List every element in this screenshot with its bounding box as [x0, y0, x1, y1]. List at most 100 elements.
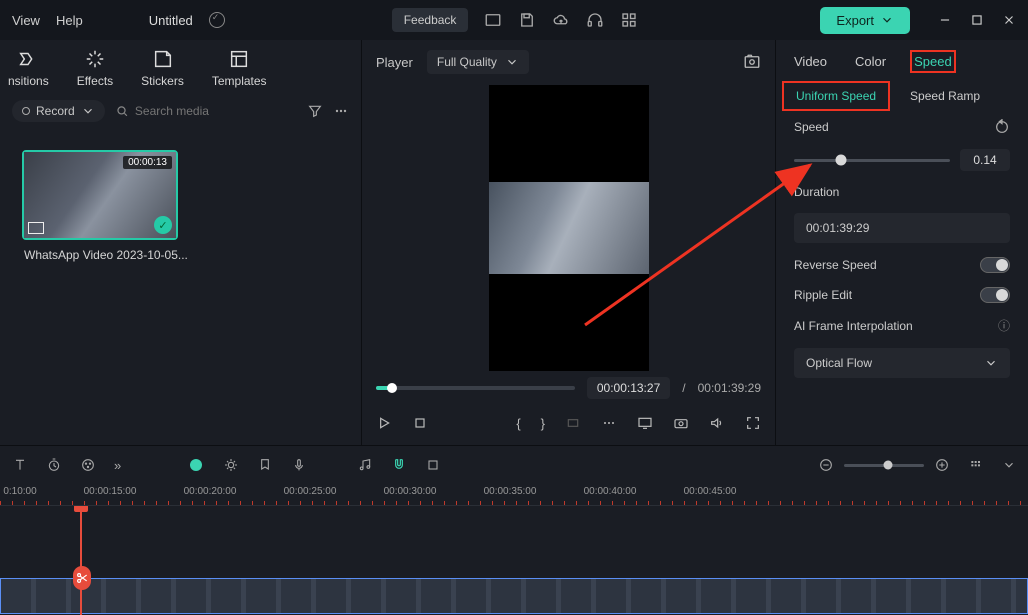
- time-separator: /: [682, 381, 685, 395]
- track-menu[interactable]: [1002, 458, 1016, 472]
- minimize-button[interactable]: [938, 13, 952, 27]
- stop-button[interactable]: [412, 415, 428, 431]
- safe-zone-button[interactable]: [601, 415, 617, 431]
- camera-icon[interactable]: [673, 415, 689, 431]
- video-type-icon: [28, 222, 44, 234]
- overflow-tool[interactable]: »: [114, 458, 121, 473]
- quality-select[interactable]: Full Quality: [427, 50, 529, 74]
- marker-out-button[interactable]: }: [541, 416, 545, 431]
- media-clip[interactable]: 00:00:13 ✓: [22, 150, 178, 240]
- timeline-ruler[interactable]: 0:10:00 00:00:15:00 00:00:20:00 00:00:25…: [0, 484, 1028, 506]
- tab-stickers[interactable]: Stickers: [141, 48, 184, 88]
- inspector-panel: Video Color Speed Uniform Speed Speed Ra…: [776, 40, 1028, 445]
- clip-duration: 00:00:13: [123, 156, 172, 169]
- document-title: Untitled: [149, 13, 193, 28]
- tab-effects-label: Effects: [77, 74, 113, 88]
- subtab-uniform-speed[interactable]: Uniform Speed: [786, 85, 886, 107]
- track-clip[interactable]: [0, 578, 1028, 614]
- track-options[interactable]: [968, 457, 984, 473]
- time-current: 00:00:13:27: [587, 377, 670, 399]
- mic-tool[interactable]: [291, 457, 307, 473]
- clip-thumbnail: 00:00:13 ✓: [24, 152, 176, 238]
- close-button[interactable]: [1002, 13, 1016, 27]
- magnet-tool[interactable]: [391, 457, 407, 473]
- playhead[interactable]: [80, 506, 82, 615]
- tab-effects[interactable]: Effects: [77, 48, 113, 88]
- tab-stickers-label: Stickers: [141, 74, 184, 88]
- ruler-tick: 00:00:20:00: [184, 486, 237, 497]
- zoom-out-button[interactable]: [818, 457, 834, 473]
- feedback-button[interactable]: Feedback: [392, 8, 469, 32]
- tab-transitions-label: nsitions: [8, 74, 49, 88]
- zoom-in-button[interactable]: [934, 457, 950, 473]
- play-button[interactable]: [376, 415, 392, 431]
- templates-icon: [228, 48, 250, 70]
- speed-label: Speed: [794, 120, 829, 134]
- ai-interp-label: AI Frame Interpolation: [794, 319, 913, 333]
- player-label: Player: [376, 55, 413, 70]
- timeline-tracks[interactable]: [0, 506, 1028, 615]
- enhance-tool[interactable]: [223, 457, 239, 473]
- cloud-upload-icon[interactable]: [552, 11, 570, 29]
- duration-input[interactable]: 00:01:39:29: [794, 213, 1010, 243]
- export-button[interactable]: Export: [820, 7, 910, 34]
- marker-in-button[interactable]: {: [516, 416, 520, 431]
- ai-interp-select[interactable]: Optical Flow: [794, 348, 1010, 378]
- tab-transitions[interactable]: nsitions: [8, 48, 49, 88]
- ruler-tick: 00:00:40:00: [584, 486, 637, 497]
- text-tool[interactable]: [12, 457, 28, 473]
- menu-help[interactable]: Help: [56, 13, 83, 28]
- ripple-edit-toggle[interactable]: [980, 287, 1010, 303]
- timer-tool[interactable]: [46, 457, 62, 473]
- color-tool[interactable]: [80, 457, 96, 473]
- ai-interp-value: Optical Flow: [806, 356, 872, 370]
- clip-name: WhatsApp Video 2023-10-05...: [22, 240, 339, 262]
- clip-used-icon: ✓: [154, 216, 172, 234]
- chevron-down-icon: [984, 356, 998, 370]
- record-button[interactable]: Record: [12, 100, 105, 122]
- ai-tool[interactable]: [187, 456, 205, 474]
- chevron-down-icon: [505, 55, 519, 69]
- aspect-button[interactable]: [565, 415, 581, 431]
- apps-grid-icon[interactable]: [620, 11, 638, 29]
- sparkle-icon: [84, 48, 106, 70]
- export-button-label: Export: [836, 13, 874, 28]
- media-panel: nsitions Effects Stickers Templates Reco…: [0, 40, 362, 445]
- speed-slider[interactable]: [794, 159, 950, 162]
- tab-color[interactable]: Color: [855, 54, 886, 69]
- marker-tool[interactable]: [257, 457, 273, 473]
- ruler-tick: 00:00:45:00: [684, 486, 737, 497]
- cut-handle[interactable]: [73, 566, 91, 590]
- menu-view[interactable]: View: [12, 13, 40, 28]
- record-label: Record: [36, 104, 75, 118]
- filter-button[interactable]: [307, 103, 323, 119]
- reverse-speed-toggle[interactable]: [980, 257, 1010, 273]
- music-tool[interactable]: [357, 457, 373, 473]
- snapshot-button[interactable]: [743, 53, 761, 71]
- preview-scrubber[interactable]: [376, 386, 575, 390]
- tab-video[interactable]: Video: [794, 54, 827, 69]
- display-button[interactable]: [637, 415, 653, 431]
- tab-templates[interactable]: Templates: [212, 48, 267, 88]
- headphones-icon[interactable]: [586, 11, 604, 29]
- help-icon[interactable]: ⓘ: [998, 317, 1010, 334]
- subtab-speed-ramping[interactable]: Speed Ramp: [904, 85, 986, 107]
- fullscreen-button[interactable]: [745, 415, 761, 431]
- ruler-tick: 00:00:35:00: [484, 486, 537, 497]
- tab-speed[interactable]: Speed: [914, 54, 952, 69]
- preview-viewport[interactable]: [489, 85, 649, 371]
- search-icon: [115, 103, 129, 119]
- crop-tool[interactable]: [425, 457, 441, 473]
- layout-icon[interactable]: [484, 11, 502, 29]
- maximize-button[interactable]: [970, 13, 984, 27]
- more-button[interactable]: [333, 103, 349, 119]
- save-icon[interactable]: [518, 11, 536, 29]
- zoom-slider[interactable]: [844, 464, 924, 467]
- speed-value[interactable]: 0.14: [960, 149, 1010, 171]
- volume-button[interactable]: [709, 415, 725, 431]
- titlebar: View Help Untitled Feedback Export: [0, 0, 1028, 40]
- reset-speed-button[interactable]: [994, 119, 1010, 135]
- chevron-down-icon: [81, 104, 95, 118]
- search-input[interactable]: [135, 104, 297, 118]
- video-frame: [489, 182, 649, 274]
